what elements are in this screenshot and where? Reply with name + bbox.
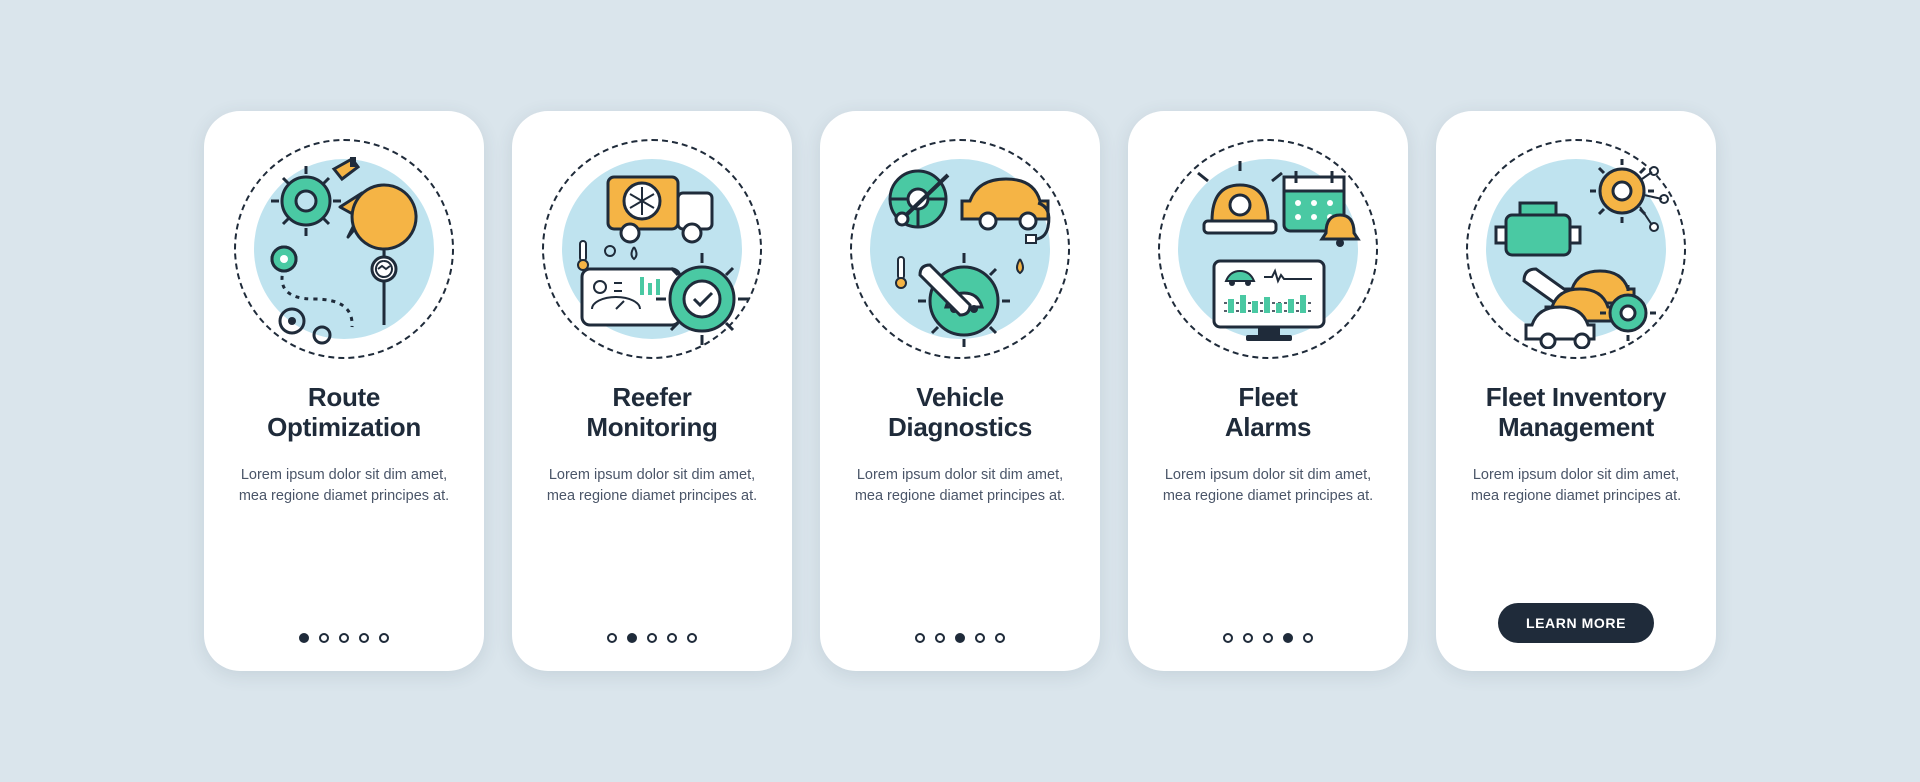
- card-description: Lorem ipsum dolor sit dim amet, mea regi…: [840, 465, 1080, 507]
- onboarding-card-route-optimization: Route Optimization Lorem ipsum dolor sit…: [204, 111, 484, 671]
- pagination-dots: [607, 633, 697, 643]
- page-dot-4[interactable]: [359, 633, 369, 643]
- vehicle-diagnostics-icon: [860, 149, 1060, 349]
- page-dot-4[interactable]: [1283, 633, 1293, 643]
- page-dot-2[interactable]: [627, 633, 637, 643]
- page-dot-3[interactable]: [955, 633, 965, 643]
- card-description: Lorem ipsum dolor sit dim amet, mea regi…: [224, 465, 464, 507]
- pagination-dots: [915, 633, 1005, 643]
- card-title: Vehicle Diagnostics: [888, 383, 1032, 443]
- illustration-container: [1466, 139, 1686, 359]
- illustration-container: [1158, 139, 1378, 359]
- card-title: Route Optimization: [267, 383, 421, 443]
- card-title: Fleet Inventory Management: [1486, 383, 1666, 443]
- pagination-dots: [1223, 633, 1313, 643]
- title-line-2: Alarms: [1225, 412, 1311, 442]
- card-description: Lorem ipsum dolor sit dim amet, mea regi…: [1456, 465, 1696, 507]
- page-dot-2[interactable]: [319, 633, 329, 643]
- title-line-2: Monitoring: [586, 412, 717, 442]
- page-dot-5[interactable]: [687, 633, 697, 643]
- illustration-container: [542, 139, 762, 359]
- onboarding-card-fleet-inventory: Fleet Inventory Management Lorem ipsum d…: [1436, 111, 1716, 671]
- card-title: Reefer Monitoring: [586, 383, 717, 443]
- illustration-container: [850, 139, 1070, 359]
- title-line-1: Route: [308, 382, 380, 412]
- page-dot-2[interactable]: [935, 633, 945, 643]
- title-line-2: Diagnostics: [888, 412, 1032, 442]
- card-description: Lorem ipsum dolor sit dim amet, mea regi…: [1148, 465, 1388, 507]
- page-dot-1[interactable]: [1223, 633, 1233, 643]
- page-dot-3[interactable]: [647, 633, 657, 643]
- card-description: Lorem ipsum dolor sit dim amet, mea regi…: [532, 465, 772, 507]
- page-dot-1[interactable]: [607, 633, 617, 643]
- reefer-monitoring-icon: [552, 149, 752, 349]
- title-line-1: Reefer: [612, 382, 691, 412]
- page-dot-5[interactable]: [995, 633, 1005, 643]
- title-line-1: Fleet Inventory: [1486, 382, 1666, 412]
- title-line-2: Optimization: [267, 412, 421, 442]
- learn-more-button[interactable]: LEARN MORE: [1498, 603, 1654, 643]
- route-optimization-icon: [244, 149, 444, 349]
- card-title: Fleet Alarms: [1225, 383, 1311, 443]
- illustration-container: [234, 139, 454, 359]
- fleet-alarms-icon: [1168, 149, 1368, 349]
- page-dot-2[interactable]: [1243, 633, 1253, 643]
- pagination-dots: [299, 633, 389, 643]
- onboarding-card-vehicle-diagnostics: Vehicle Diagnostics Lorem ipsum dolor si…: [820, 111, 1100, 671]
- page-dot-3[interactable]: [339, 633, 349, 643]
- title-line-2: Management: [1498, 412, 1654, 442]
- page-dot-1[interactable]: [915, 633, 925, 643]
- page-dot-5[interactable]: [379, 633, 389, 643]
- onboarding-card-reefer-monitoring: Reefer Monitoring Lorem ipsum dolor sit …: [512, 111, 792, 671]
- fleet-inventory-icon: [1476, 149, 1676, 349]
- title-line-1: Fleet: [1238, 382, 1297, 412]
- page-dot-3[interactable]: [1263, 633, 1273, 643]
- page-dot-5[interactable]: [1303, 633, 1313, 643]
- title-line-1: Vehicle: [916, 382, 1004, 412]
- page-dot-1[interactable]: [299, 633, 309, 643]
- page-dot-4[interactable]: [667, 633, 677, 643]
- page-dot-4[interactable]: [975, 633, 985, 643]
- onboarding-card-fleet-alarms: Fleet Alarms Lorem ipsum dolor sit dim a…: [1128, 111, 1408, 671]
